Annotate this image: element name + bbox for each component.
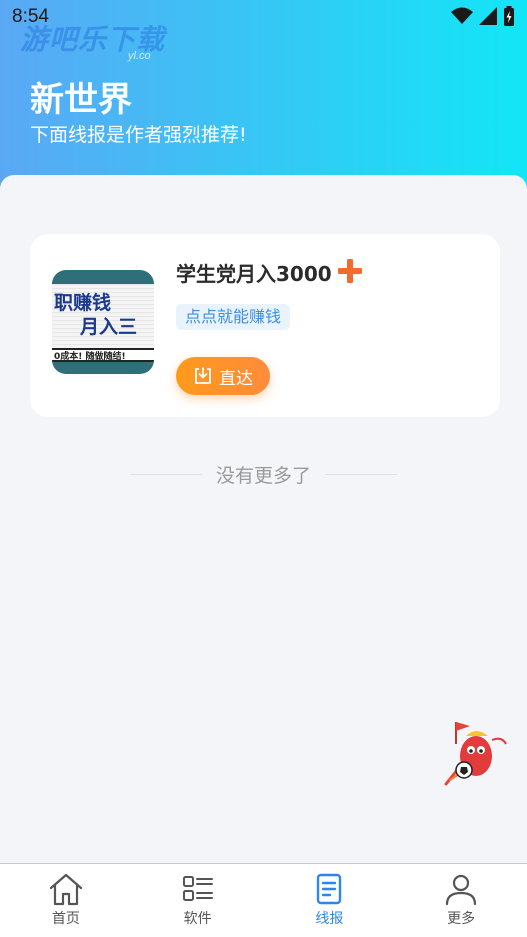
list-end-indicator: 没有更多了 — [0, 462, 527, 487]
post-title[interactable]: 学生党月入3000 — [176, 258, 332, 287]
battery-icon — [504, 6, 514, 26]
thumbnail-bottom-band — [52, 362, 154, 374]
plus-icon — [338, 259, 362, 283]
signal-icon — [479, 7, 497, 25]
page-subtitle: 下面线报是作者强烈推荐! — [30, 124, 247, 146]
download-icon — [195, 367, 211, 384]
wifi-icon — [451, 7, 473, 24]
divider-right — [325, 473, 397, 475]
tab-software[interactable]: 软件 — [132, 864, 264, 937]
user-icon — [446, 874, 477, 906]
list-end-text: 没有更多了 — [215, 464, 311, 487]
mascot-floating-icon[interactable] — [440, 718, 512, 790]
go-button[interactable]: 直达 — [176, 357, 270, 395]
post-thumbnail[interactable]: 职赚钱 月入三 0成本! 随做随结! — [52, 270, 154, 374]
divider-left — [129, 473, 202, 475]
post-tag: 点点就能赚钱 — [176, 304, 291, 330]
document-icon — [317, 873, 342, 905]
thumbnail-text-line1: 职赚钱 — [54, 292, 112, 314]
go-button-label: 直达 — [219, 368, 253, 389]
status-icons — [451, 6, 515, 26]
post-card[interactable]: 职赚钱 月入三 0成本! 随做随结! 学生党月入3000 点点就能赚钱 直达 — [30, 234, 500, 417]
page-title: 新世界 — [30, 80, 132, 120]
thumbnail-top-band — [52, 270, 154, 284]
tab-news[interactable]: 线报 — [264, 864, 396, 937]
tab-home[interactable]: 首页 — [0, 864, 132, 937]
thumbnail-strip-text: 0成本! 随做随结! — [54, 352, 126, 362]
watermark-domain: yl.co — [128, 50, 151, 62]
tab-more[interactable]: 更多 — [395, 864, 527, 937]
bottom-tab-bar: 首页 软件 线报 更多 — [0, 863, 527, 937]
tab-more-label: 更多 — [447, 911, 476, 927]
apps-list-icon — [182, 876, 213, 901]
thumbnail-text-line2: 月入三 — [80, 316, 138, 338]
home-icon — [49, 873, 82, 906]
tab-software-label: 软件 — [183, 911, 212, 927]
tab-home-label: 首页 — [51, 911, 80, 927]
tab-news-label: 线报 — [315, 911, 344, 927]
